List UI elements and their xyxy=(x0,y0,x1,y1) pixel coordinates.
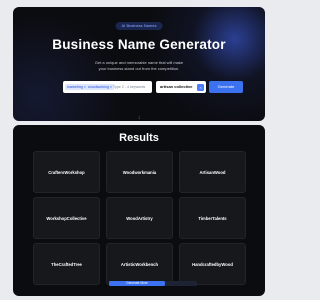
result-card[interactable]: WorkshopCollective xyxy=(33,197,100,239)
result-card[interactable]: WoodArtistry xyxy=(106,197,173,239)
page-title: Business Name Generator xyxy=(52,37,226,52)
keywords-input[interactable] xyxy=(113,84,149,90)
result-card[interactable]: ArtisanWood xyxy=(179,151,246,193)
keyword-text-field[interactable]: artisan collective × xyxy=(156,81,206,93)
arrow-down-icon: ↓ xyxy=(137,115,141,121)
result-card[interactable]: CraftersWorkshop xyxy=(33,151,100,193)
result-card[interactable]: TimberTalents xyxy=(179,197,246,239)
hero-section: AI Business Names Business Name Generato… xyxy=(13,7,265,121)
clear-icon[interactable]: × xyxy=(197,83,204,91)
result-card[interactable]: HandcraftedbyWood xyxy=(179,243,246,285)
result-card[interactable]: Woodworkmania xyxy=(106,151,173,193)
keyword-chip[interactable]: woodworking × xyxy=(86,84,115,90)
results-section: Results CraftersWorkshop Woodworkmania A… xyxy=(13,125,265,296)
results-title: Results xyxy=(119,132,159,144)
keyword-value: artisan collective xyxy=(160,84,193,89)
results-grid: CraftersWorkshop Woodworkmania ArtisanWo… xyxy=(33,151,246,285)
generate-button[interactable]: Generate xyxy=(209,81,243,93)
keyword-chip-field[interactable]: marketing × woodworking × xyxy=(63,81,152,93)
search-row: marketing × woodworking × artisan collec… xyxy=(63,81,243,93)
hero-badge: AI Business Names xyxy=(115,22,163,30)
result-card[interactable]: ArtisticWorkbench xyxy=(106,243,173,285)
hero-subtitle: Get a unique and memorable name that wil… xyxy=(94,60,184,71)
result-card[interactable]: TheCraftedTree xyxy=(33,243,100,285)
generate-more-button[interactable]: Generate More xyxy=(109,281,165,286)
keyword-chip[interactable]: marketing × xyxy=(65,84,88,90)
